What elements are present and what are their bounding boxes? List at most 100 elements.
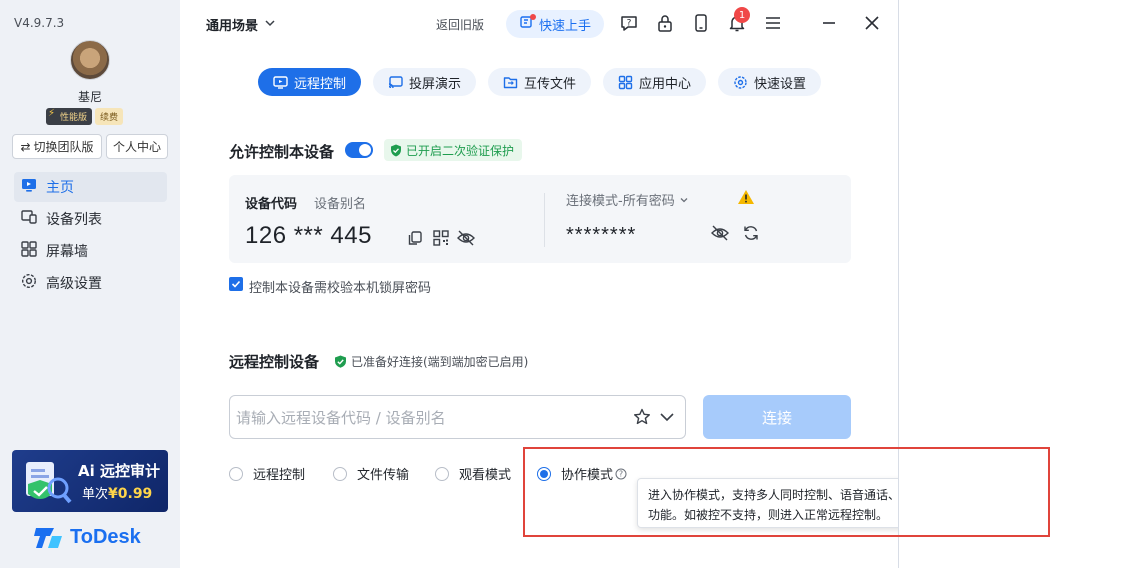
sidebar-item-label: 设备列表 [46, 212, 102, 228]
scene-dropdown[interactable]: 通用场景 [206, 15, 276, 34]
copy-code-button[interactable] [405, 228, 425, 248]
mode-radio-view-mode[interactable]: 观看模式 [435, 464, 511, 483]
swap-icon: ⇄ [20, 139, 31, 154]
connection-mode-dropdown[interactable]: 连接模式-所有密码 [566, 190, 689, 209]
mobile-phone-icon [695, 14, 707, 32]
hamburger-menu-icon [766, 17, 780, 29]
check-icon [231, 280, 241, 288]
warning-icon [738, 190, 754, 204]
back-to-old-version-link[interactable]: 返回旧版 [436, 16, 484, 33]
sidebar: V4.9.7.3 基尼 性能版 续费 ⇄ 切换团队版 个人中心 主页 设备列表 [0, 0, 180, 568]
renew-badge[interactable]: 续费 [95, 108, 124, 125]
sidebar-item-devices[interactable]: 设备列表 [14, 204, 167, 234]
two-factor-status-chip: 已开启二次验证保护 [384, 139, 523, 161]
card-divider [544, 193, 545, 247]
sidebar-item-label: 屏幕墙 [46, 244, 88, 260]
membership-badges: 性能版 续费 [46, 108, 124, 125]
cast-icon [388, 75, 403, 88]
logo-text: ToDesk [70, 525, 141, 548]
mode-radio-file-transfer[interactable]: 文件传输 [333, 464, 409, 483]
new-dot [530, 14, 536, 20]
performance-badge: 性能版 [46, 108, 93, 125]
connection-ready-text: 已准备好连接(端到端加密已启用) [351, 355, 529, 369]
qr-code-button[interactable] [431, 228, 451, 248]
mode-label: 远程控制 [253, 468, 306, 483]
tab-remote-control[interactable]: 远程控制 [258, 68, 361, 96]
notification-count-badge: 1 [734, 7, 750, 23]
promo-price-line: 单次¥0.99 [82, 483, 152, 502]
remote-control-title: 远程控制设备 [229, 353, 320, 371]
lock-icon [658, 15, 672, 32]
sidebar-item-home[interactable]: 主页 [14, 172, 167, 202]
radio-indicator [229, 466, 243, 481]
tab-quick-settings[interactable]: 快速设置 [718, 68, 821, 96]
two-factor-status-text: 已开启二次验证保护 [406, 143, 515, 158]
lock-screen-password-checkbox[interactable] [229, 277, 243, 291]
close-window-button[interactable] [861, 12, 883, 34]
sidebar-item-advanced-settings[interactable]: 高级设置 [14, 268, 167, 298]
device-code-label: 设备代码 [245, 197, 298, 212]
mobile-button[interactable] [690, 12, 712, 34]
connection-ready-status: 已准备好连接(端到端加密已启用) [334, 353, 528, 370]
settings-icon [734, 75, 747, 89]
minimize-button[interactable] [818, 12, 840, 34]
history-dropdown-chevron-icon[interactable] [658, 408, 676, 430]
tab-app-center[interactable]: 应用中心 [603, 68, 706, 96]
mode-radio-remote-control[interactable]: 远程控制 [229, 464, 305, 483]
username: 基尼 [77, 90, 102, 104]
connection-mode-label: 连接模式-所有密码 [566, 194, 675, 209]
promo-price: ¥0.99 [108, 486, 153, 502]
password-warning-button[interactable] [736, 187, 756, 207]
promo-title: Ai 远控审计 [78, 462, 160, 480]
connect-button[interactable]: 连接 [703, 395, 851, 439]
sidebar-item-screen-wall[interactable]: 屏幕墙 [14, 236, 167, 266]
tab-label: 互传文件 [523, 76, 576, 92]
favorite-star-icon[interactable] [632, 407, 652, 431]
sidebar-item-label: 高级设置 [46, 276, 102, 292]
allow-control-toggle[interactable] [345, 142, 373, 158]
quick-start-button[interactable]: 快速上手 [506, 10, 604, 38]
eye-off-icon [711, 225, 729, 241]
annotation-highlight-box [523, 447, 1050, 537]
minimize-icon [823, 22, 835, 24]
ai-audit-promo-banner[interactable]: Ai 远控审计 单次¥0.99 [12, 450, 168, 512]
lock-button[interactable] [654, 12, 676, 34]
personal-center-button[interactable]: 个人中心 [106, 134, 168, 159]
help-button[interactable]: ? [618, 12, 640, 34]
tab-screen-cast[interactable]: 投屏演示 [373, 68, 476, 96]
remote-device-code-input[interactable] [236, 406, 616, 430]
copy-icon [408, 231, 422, 245]
radio-indicator [333, 466, 347, 481]
todesk-logo: ToDesk [34, 524, 141, 550]
chevron-down-icon [680, 197, 688, 202]
quick-start-label: 快速上手 [538, 18, 591, 34]
eye-off-icon [457, 230, 475, 246]
tab-label: 远程控制 [293, 76, 346, 92]
mode-label: 观看模式 [459, 468, 512, 483]
device-alias-label[interactable]: 设备别名 [314, 193, 366, 212]
version-label: V4.9.7.3 [14, 16, 65, 30]
lock-screen-password-label[interactable]: 控制本设备需校验本机锁屏密码 [249, 277, 431, 296]
shield-check-icon [391, 144, 401, 156]
menu-button[interactable] [762, 12, 784, 34]
tab-label: 投屏演示 [408, 76, 461, 92]
avatar[interactable] [70, 40, 110, 80]
refresh-icon [744, 226, 758, 240]
tab-label: 应用中心 [638, 76, 691, 92]
monitor-icon [20, 176, 38, 198]
show-password-button[interactable] [710, 223, 730, 243]
close-icon [865, 16, 879, 30]
monitor-play-icon [273, 75, 288, 89]
shield-check-icon [335, 355, 346, 368]
devices-icon [20, 208, 38, 230]
grid-icon [20, 240, 38, 262]
tab-file-transfer[interactable]: 互传文件 [488, 68, 591, 96]
hide-code-button[interactable] [456, 228, 476, 248]
promo-sub-prefix: 单次 [82, 487, 109, 502]
switch-team-button[interactable]: ⇄ 切换团队版 [12, 134, 102, 159]
svg-text:?: ? [627, 19, 632, 29]
refresh-password-button[interactable] [741, 223, 761, 243]
qr-code-icon [433, 230, 449, 246]
personal-center-label: 个人中心 [112, 140, 161, 154]
remote-device-input-box [229, 395, 686, 439]
